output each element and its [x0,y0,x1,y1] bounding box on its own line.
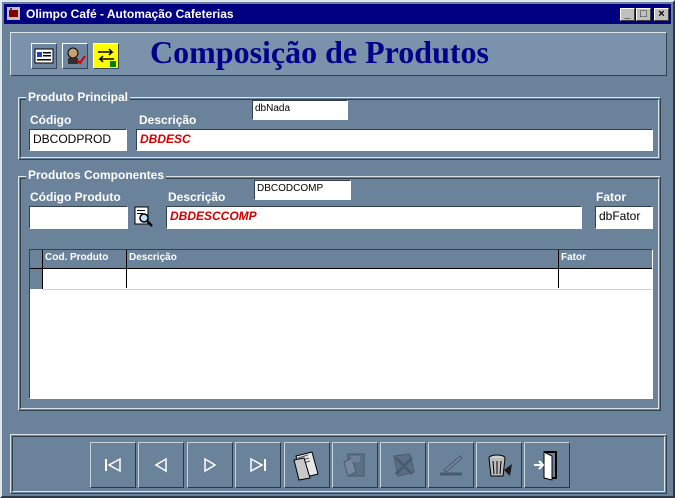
codigo-label: Código [30,113,72,127]
previous-record-button[interactable] [138,442,184,488]
column-header-descricao[interactable]: Descrição [129,252,177,263]
codigo-field[interactable]: DBCODPROD [29,129,127,151]
id-card-icon[interactable] [31,43,57,69]
next-record-button[interactable] [187,442,233,488]
descricao-label: Descrição [139,113,197,127]
trash-icon [488,454,512,477]
table-row[interactable] [43,269,652,290]
fator-label: Fator [596,190,626,204]
save-icon [343,453,365,477]
next-icon [204,457,217,473]
open-folder-button[interactable] [284,442,330,488]
column-header-fator[interactable]: Fator [561,252,586,263]
close-button[interactable]: × [654,8,669,21]
window-title: Olimpo Café - Automação Cafeterias [26,7,234,21]
descricao-field[interactable]: DBDESC [136,129,653,151]
dbcodcomp-field[interactable]: DBCODCOMP [254,180,351,200]
produtos-componentes-legend: Produtos Componentes [26,168,167,182]
produto-principal-legend: Produto Principal [26,90,131,104]
fator-field[interactable]: dbFator [595,206,653,229]
main-window: Olimpo Café - Automação Cafeterias _ □ × [0,0,675,498]
delete-button[interactable] [476,442,522,488]
cancel-icon [393,453,415,477]
user-check-icon[interactable] [62,43,88,69]
skip-last-icon [250,457,266,473]
exchange-icon[interactable] [93,43,119,69]
maximize-button[interactable]: □ [636,8,651,21]
descricao-comp-label: Descrição [168,190,226,204]
last-record-button[interactable] [235,442,281,488]
previous-icon [154,457,167,473]
page-title: Composição de Produtos [150,34,489,70]
first-record-button[interactable] [90,442,136,488]
search-button[interactable] [133,206,155,228]
pencil-icon [440,455,463,476]
skip-first-icon [105,457,121,473]
edit-button[interactable] [428,442,474,488]
descricao-comp-field[interactable]: DBDESCCOMP [166,206,582,229]
folder-icon [293,451,319,481]
app-icon [7,7,20,20]
codigo-produto-label: Código Produto [30,190,121,204]
codigo-produto-field[interactable] [29,206,128,229]
row-indicator[interactable] [30,269,43,289]
save-button[interactable] [332,442,378,488]
magnifier-icon [134,206,153,227]
components-grid[interactable]: Cod. Produto Descrição Fator [29,249,653,399]
column-header-cod-produto[interactable]: Cod. Produto [45,252,108,263]
title-bar[interactable]: Olimpo Café - Automação Cafeterias _ □ × [4,4,671,24]
dbnada-field[interactable]: dbNada [252,100,348,120]
exit-door-icon [534,451,557,481]
exit-button[interactable] [524,442,570,488]
minimize-button[interactable]: _ [620,8,635,21]
cancel-button[interactable] [380,442,426,488]
